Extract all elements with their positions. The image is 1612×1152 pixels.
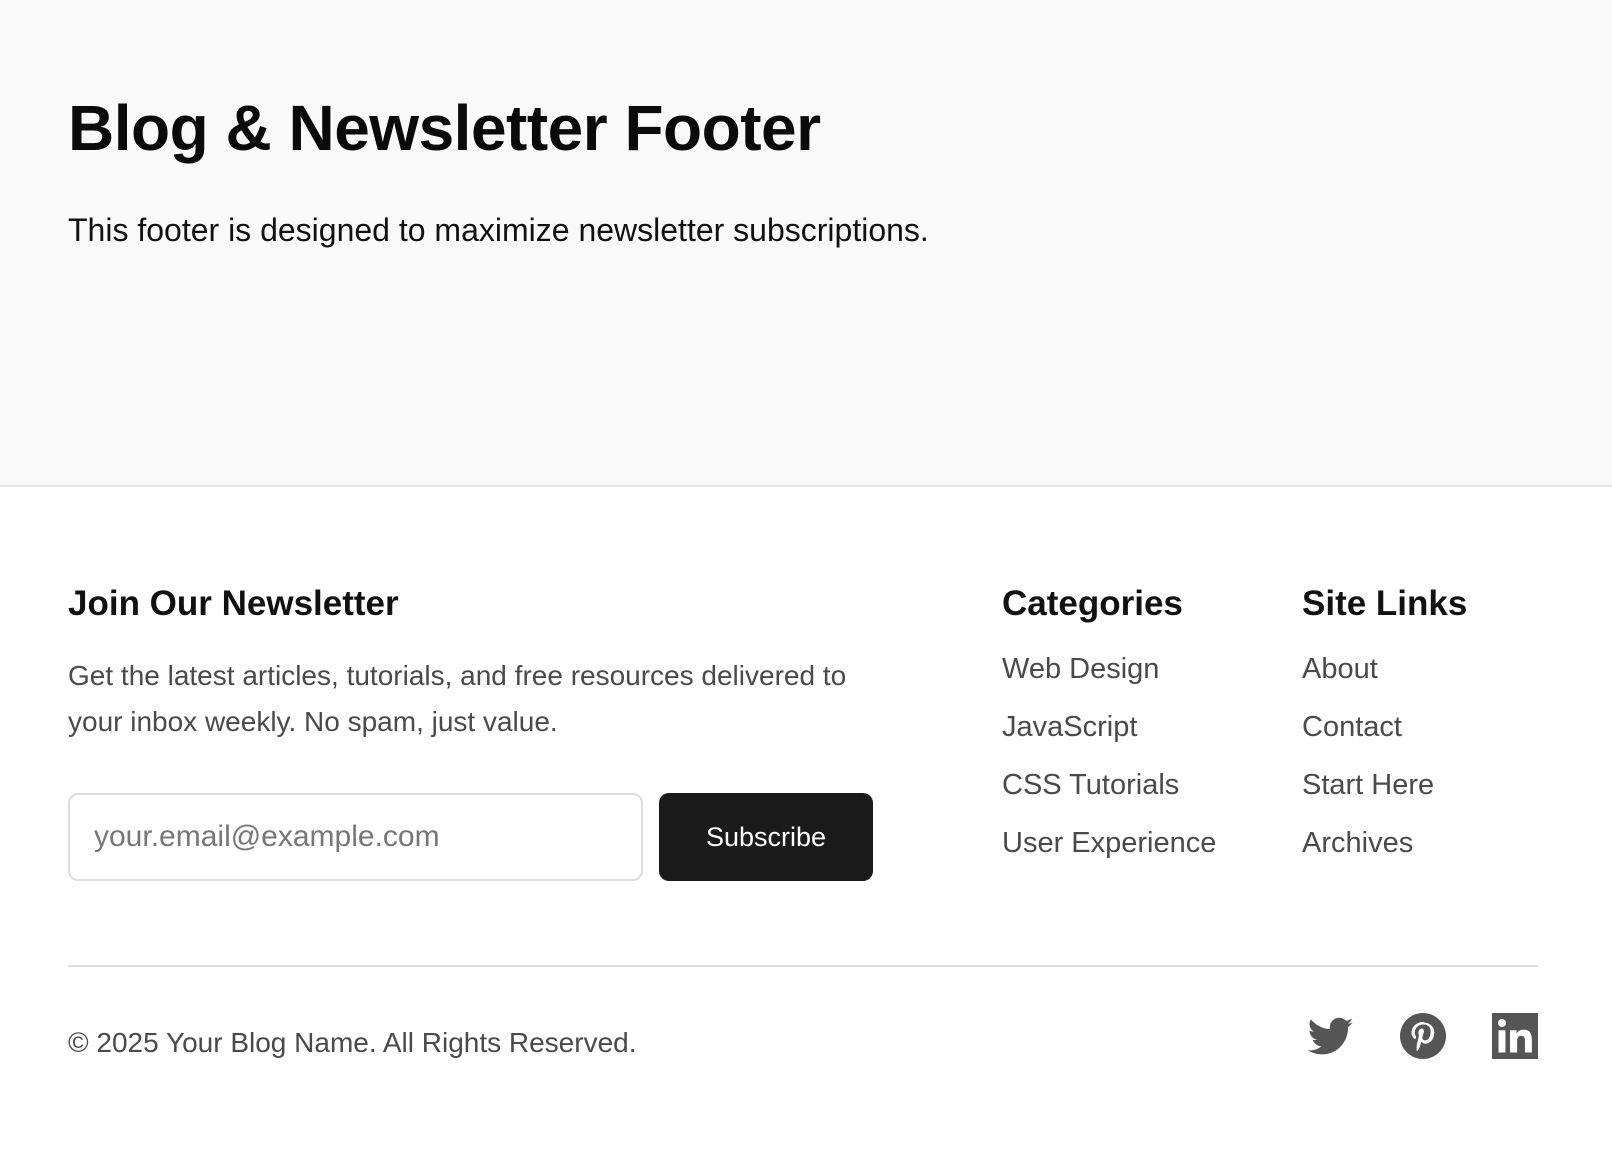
categories-column: Categories Web Design JavaScript CSS Tut… — [1002, 583, 1242, 883]
site-link-item-contact: Contact — [1302, 709, 1542, 767]
linkedin-icon — [1492, 1013, 1538, 1059]
twitter-link[interactable] — [1308, 1013, 1354, 1059]
category-link-web-design[interactable]: Web Design — [1002, 653, 1159, 685]
category-link-javascript[interactable]: JavaScript — [1002, 711, 1137, 743]
site-links-list: About Contact Start Here Archives — [1302, 651, 1542, 883]
category-item-web-design: Web Design — [1002, 651, 1242, 709]
categories-heading: Categories — [1002, 584, 1183, 623]
site-links-heading: Site Links — [1302, 584, 1468, 623]
page-header-section: Blog & Newsletter Footer This footer is … — [0, 0, 1612, 487]
newsletter-form: Subscribe — [68, 793, 873, 881]
site-link-item-archives: Archives — [1302, 825, 1542, 883]
site-links-column: Site Links About Contact Start Here Arch… — [1302, 583, 1542, 883]
page-title: Blog & Newsletter Footer — [68, 92, 821, 164]
twitter-icon — [1308, 1013, 1354, 1059]
site-link-about[interactable]: About — [1302, 653, 1378, 685]
email-input[interactable] — [68, 793, 643, 881]
pinterest-icon — [1400, 1013, 1446, 1059]
copyright-text: © 2025 Your Blog Name. All Rights Reserv… — [68, 1027, 637, 1058]
site-link-item-start-here: Start Here — [1302, 767, 1542, 825]
newsletter-heading: Join Our Newsletter — [68, 584, 399, 623]
category-item-user-experience: User Experience — [1002, 825, 1242, 883]
site-link-contact[interactable]: Contact — [1302, 711, 1402, 743]
social-links — [1308, 1013, 1538, 1061]
page-intro: This footer is designed to maximize news… — [68, 212, 929, 248]
categories-list: Web Design JavaScript CSS Tutorials User… — [1002, 651, 1242, 883]
site-link-archives[interactable]: Archives — [1302, 827, 1413, 859]
category-link-css-tutorials[interactable]: CSS Tutorials — [1002, 769, 1179, 801]
site-link-start-here[interactable]: Start Here — [1302, 769, 1434, 801]
footer-divider — [68, 965, 1538, 967]
newsletter-section: Join Our Newsletter Get the latest artic… — [68, 583, 888, 881]
linkedin-link[interactable] — [1492, 1013, 1538, 1059]
newsletter-description: Get the latest articles, tutorials, and … — [68, 660, 847, 737]
site-footer: Join Our Newsletter Get the latest artic… — [0, 487, 1612, 1152]
category-link-user-experience[interactable]: User Experience — [1002, 827, 1216, 859]
pinterest-link[interactable] — [1400, 1013, 1446, 1059]
site-link-item-about: About — [1302, 651, 1542, 709]
subscribe-button[interactable]: Subscribe — [659, 793, 873, 881]
category-item-css-tutorials: CSS Tutorials — [1002, 767, 1242, 825]
category-item-javascript: JavaScript — [1002, 709, 1242, 767]
